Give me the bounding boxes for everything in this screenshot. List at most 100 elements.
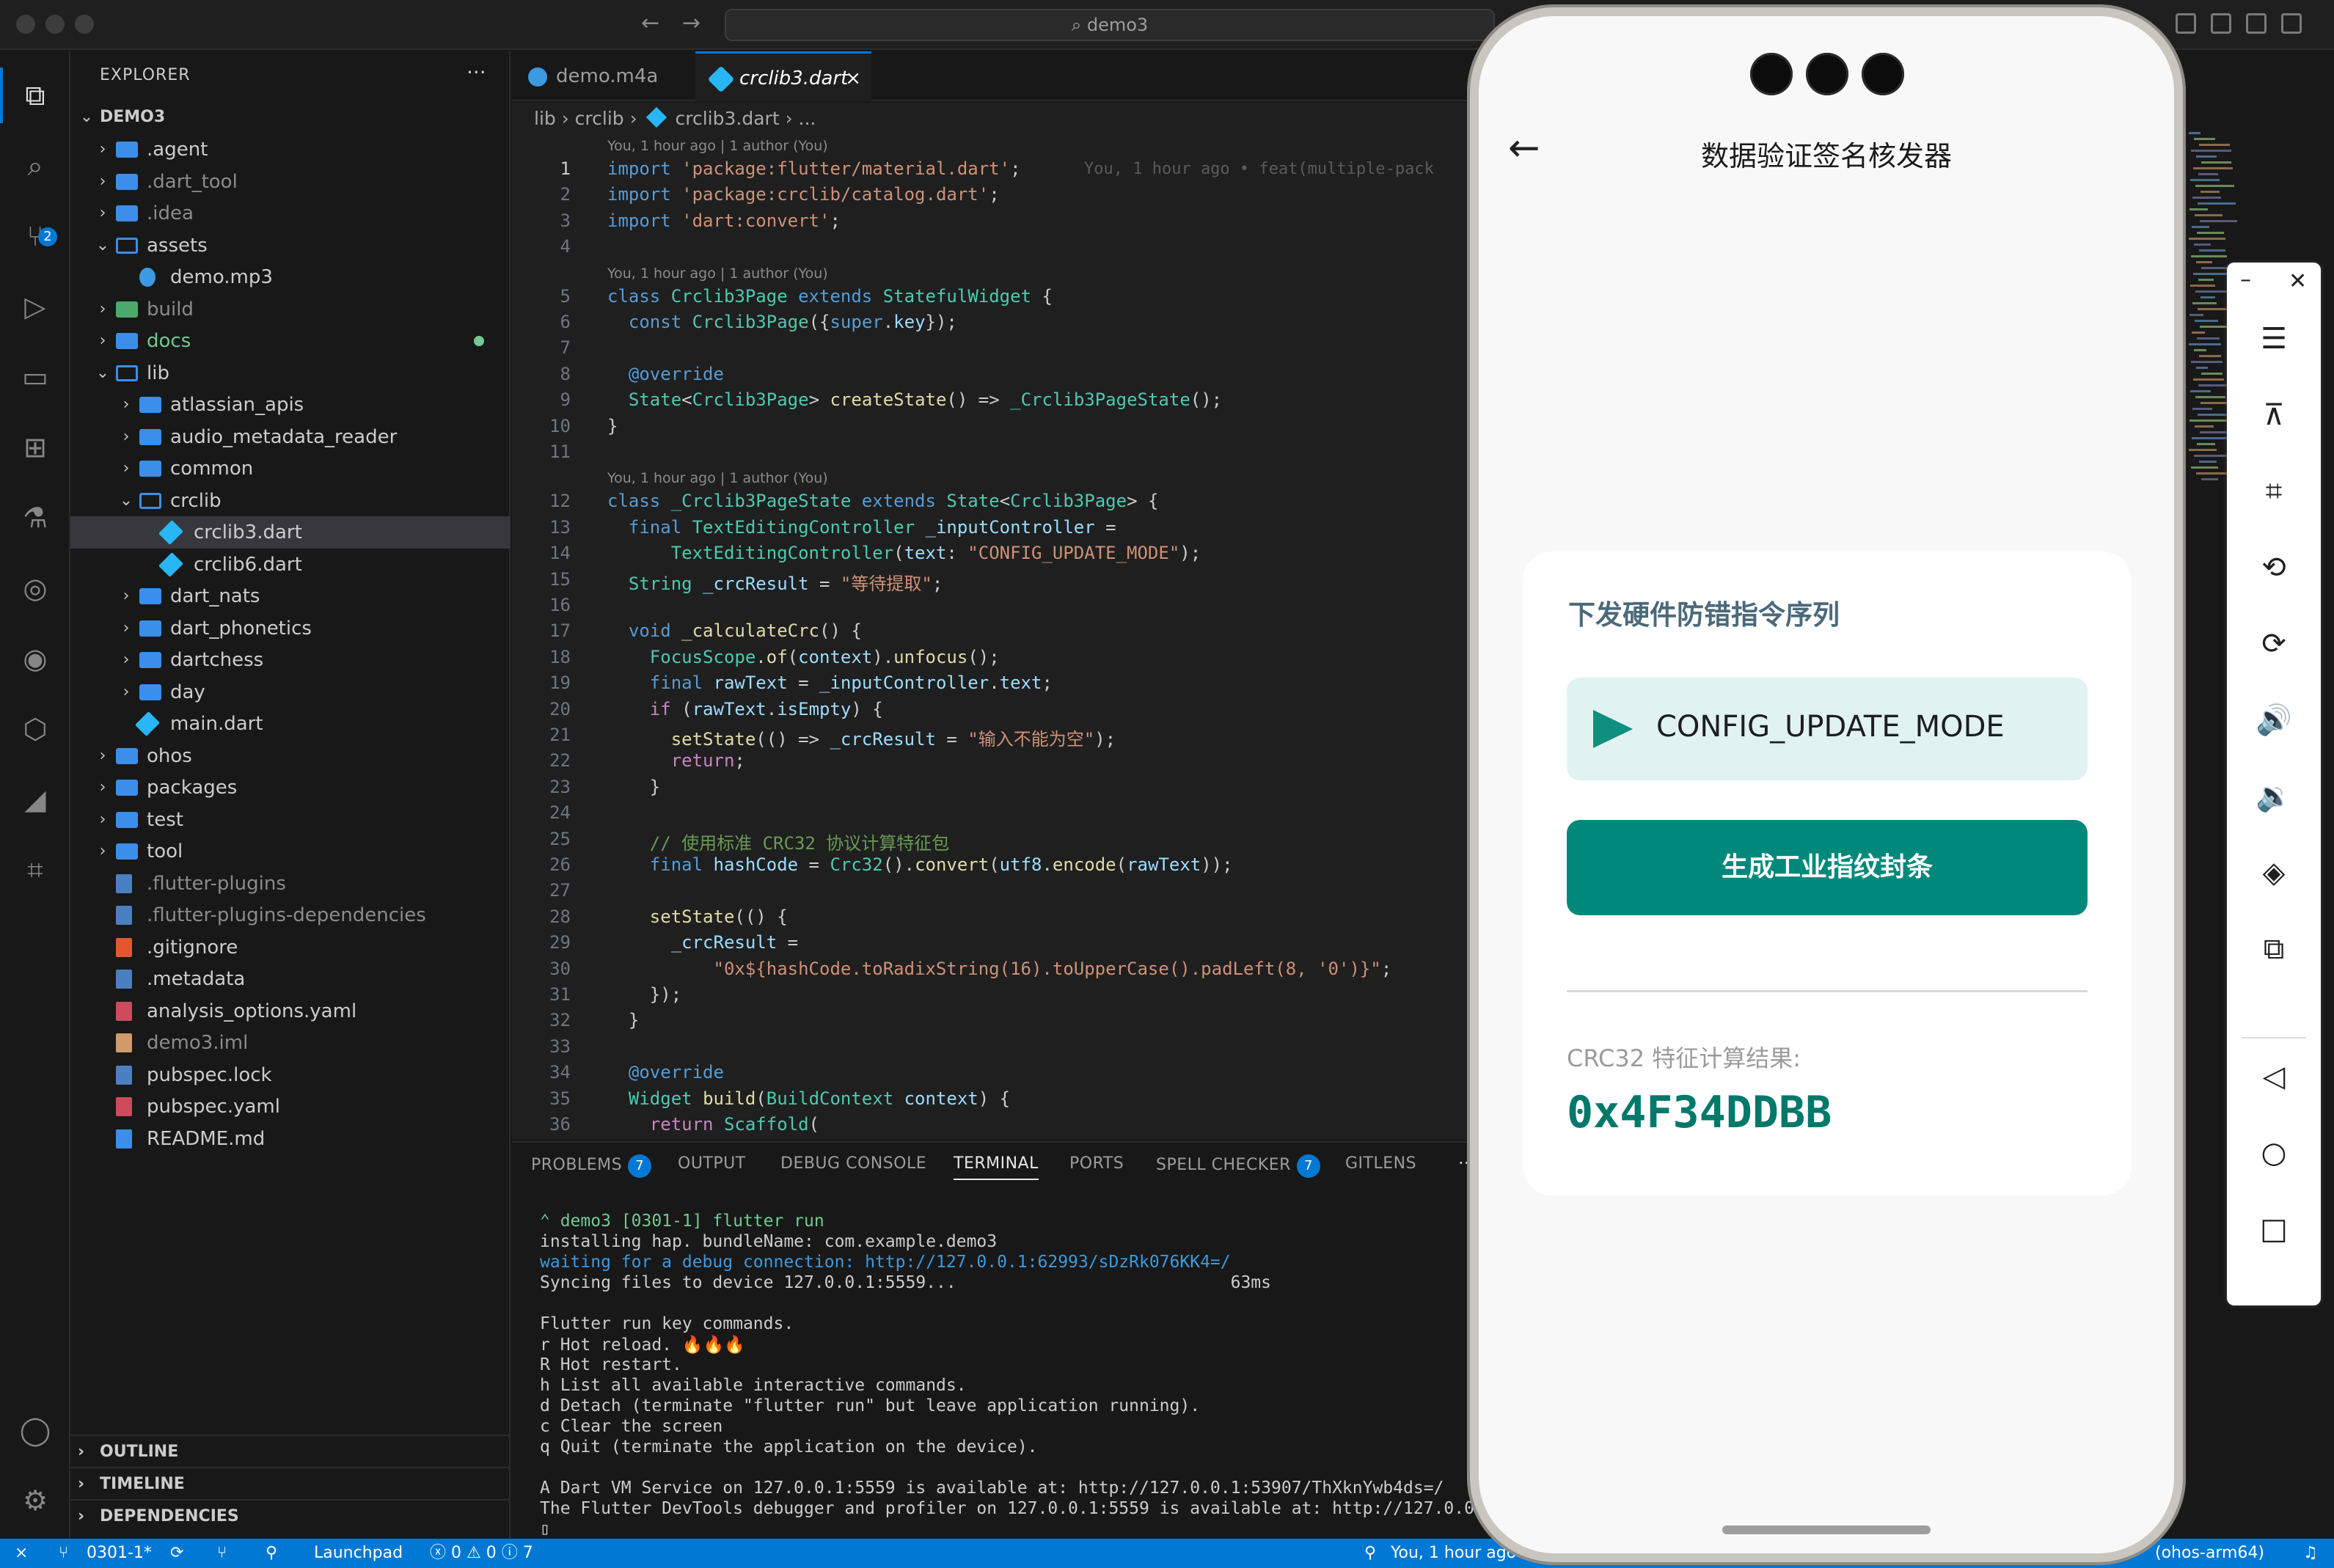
tree-item[interactable]: pubspec.lock <box>70 1059 511 1091</box>
toggle-sidebar-icon[interactable] <box>2211 13 2231 34</box>
testing-icon[interactable]: ⚗ <box>18 500 53 535</box>
breadcrumb-item[interactable]: crclib <box>575 108 624 129</box>
tree-item[interactable]: › dart_phonetics <box>70 612 511 645</box>
run-debug-icon[interactable]: ▷ <box>18 289 53 324</box>
tree-item[interactable]: ⌄ crclib <box>70 485 511 517</box>
home-indicator[interactable] <box>1722 1525 1931 1534</box>
tree-item[interactable]: › tool <box>70 835 511 868</box>
volume-down-icon[interactable]: 🔉 <box>2250 773 2297 820</box>
tree-item[interactable]: › dartchess <box>70 644 511 676</box>
panel-tab[interactable]: GITLENS <box>1345 1154 1416 1173</box>
panel-tab[interactable]: OUTPUT <box>678 1154 746 1173</box>
tab-crclib3-dart[interactable]: crclib3.dart × <box>695 51 871 101</box>
tree-item[interactable]: .metadata <box>70 963 511 995</box>
timeline-section[interactable]: › TIMELINE <box>70 1467 511 1499</box>
tree-item[interactable]: › audio_metadata_reader <box>70 421 511 453</box>
graph-icon[interactable]: ⑂ <box>217 1539 227 1568</box>
tree-item[interactable]: › docs <box>70 325 511 357</box>
tree-item[interactable]: crclib6.dart <box>70 549 511 581</box>
generate-button[interactable]: 生成工业指纹封条 <box>1567 820 2088 915</box>
panel-tab[interactable]: PROBLEMS 7 <box>531 1154 652 1178</box>
panel-tab[interactable]: TERMINAL <box>954 1154 1039 1180</box>
extensions-icon[interactable]: ⊞ <box>18 430 53 465</box>
outline-section[interactable]: › OUTLINE <box>70 1435 511 1467</box>
tree-item[interactable]: .gitignore <box>70 931 511 964</box>
tree-item[interactable]: demo3.iml <box>70 1027 511 1059</box>
flutter-icon[interactable]: ◢ <box>18 782 53 817</box>
tree-item[interactable]: › ohos <box>70 740 511 772</box>
panel-tab[interactable]: PORTS <box>1069 1154 1124 1173</box>
workspace-root[interactable]: ⌄ DEMO3 <box>70 101 511 133</box>
nav-back-triangle-icon[interactable]: ◁ <box>2250 1053 2297 1100</box>
scan-icon[interactable]: ⌗ <box>18 852 53 887</box>
volume-up-icon[interactable]: 🔊 <box>2250 697 2297 744</box>
code-lens-blame[interactable]: You, 1 hour ago | 1 author (You) <box>607 138 828 154</box>
toggle-secondary-sidebar-icon[interactable] <box>2281 13 2302 34</box>
code-editor[interactable]: You, 1 hour ago | 1 author (You) 1 import … <box>512 135 1473 1140</box>
panel-tab[interactable]: DEBUG CONSOLE <box>780 1154 926 1173</box>
breadcrumb-item[interactable]: crclib3.dart <box>676 108 780 129</box>
rotate-left-icon[interactable]: ⟲ <box>2250 544 2297 591</box>
tab-demo-m4a[interactable]: demo.m4a <box>512 51 695 101</box>
close-icon[interactable]: × <box>845 54 861 103</box>
breadcrumb-item[interactable]: lib <box>534 108 556 129</box>
menu-icon[interactable]: ☰ <box>2250 315 2297 362</box>
gitlens-icon[interactable]: ◉ <box>18 641 53 676</box>
tree-item[interactable]: › build <box>70 293 511 326</box>
window-minimize-button[interactable] <box>45 15 65 34</box>
tree-item[interactable]: analysis_options.yaml <box>70 995 511 1027</box>
pin-off-icon[interactable]: ⊼ <box>2250 392 2297 439</box>
tree-item[interactable]: › day <box>70 676 511 708</box>
nav-recents-square-icon[interactable]: □ <box>2250 1206 2297 1253</box>
command-input[interactable]: CONFIG_UPDATE_MODE <box>1567 678 2088 780</box>
tree-item[interactable]: › .idea <box>70 197 511 230</box>
shake-icon[interactable]: ◈ <box>2250 849 2297 896</box>
explorer-icon[interactable]: ⧉ <box>18 78 53 113</box>
tree-item[interactable]: README.md <box>70 1123 511 1155</box>
window-zoom-button[interactable] <box>75 15 94 34</box>
nav-home-circle-icon[interactable]: ○ <box>2250 1129 2297 1176</box>
tree-item[interactable]: .flutter-plugins-dependencies <box>70 899 511 931</box>
tree-item[interactable]: ⌄ lib <box>70 357 511 389</box>
tree-item[interactable]: › .dart_tool <box>70 166 511 198</box>
command-center-search[interactable]: ⌕ demo3 <box>725 9 1495 41</box>
tree-item[interactable]: › atlassian_apis <box>70 389 511 421</box>
code-lens-blame[interactable]: You, 1 hour ago | 1 author (You) <box>607 265 828 282</box>
tree-item[interactable]: › test <box>70 804 511 836</box>
search-icon[interactable]: ⌕ <box>18 148 53 183</box>
breadcrumb-item[interactable]: ... <box>799 108 816 129</box>
tree-item[interactable]: ⌄ assets <box>70 230 511 262</box>
remote-explorer-icon[interactable]: ▭ <box>18 359 53 395</box>
problems-status[interactable]: ⓧ 0 ⚠ 0 ⓘ 7 <box>430 1539 533 1568</box>
layout-icon[interactable] <box>2176 13 2196 34</box>
minimize-icon[interactable]: – <box>2240 267 2251 293</box>
tree-item[interactable]: .flutter-plugins <box>70 868 511 900</box>
account-icon[interactable]: ◯ <box>18 1413 53 1448</box>
toggle-panel-icon[interactable] <box>2246 13 2267 34</box>
sync-icon[interactable]: ⟳ <box>170 1539 183 1568</box>
tree-item[interactable]: › common <box>70 453 511 485</box>
settings-gear-icon[interactable]: ⚙ <box>18 1483 53 1518</box>
dependencies-section[interactable]: › DEPENDENCIES <box>70 1499 511 1531</box>
remote-icon[interactable]: ⨯ <box>15 1539 28 1568</box>
nav-forward-icon[interactable]: → <box>682 10 700 36</box>
more-actions-icon[interactable]: ··· <box>467 60 486 84</box>
tree-item[interactable]: crclib3.dart <box>70 516 511 549</box>
device-status[interactable]: (ohos-arm64) <box>2155 1539 2264 1568</box>
tree-item[interactable]: demo.mp3 <box>70 261 511 293</box>
panel-tab[interactable]: SPELL CHECKER 7 <box>1156 1154 1320 1178</box>
close-icon[interactable]: ✕ <box>2289 268 2307 294</box>
package-icon[interactable]: ⬡ <box>18 711 53 747</box>
tree-item[interactable]: main.dart <box>70 708 511 740</box>
notifications-icon[interactable]: ♫ <box>2303 1539 2318 1568</box>
rotate-right-icon[interactable]: ⟳ <box>2250 620 2297 667</box>
crop-screenshot-icon[interactable]: ⌗ <box>2250 468 2297 515</box>
git-graph-icon[interactable]: ◎ <box>18 571 53 606</box>
code-lens-blame[interactable]: You, 1 hour ago | 1 author (You) <box>607 470 828 486</box>
tree-item[interactable]: › .agent <box>70 133 511 166</box>
tree-item[interactable]: › packages <box>70 772 511 804</box>
tree-item[interactable]: pubspec.yaml <box>70 1091 511 1123</box>
git-branch[interactable]: 0301-1* <box>87 1539 152 1568</box>
window-close-button[interactable] <box>16 15 35 34</box>
launchpad[interactable]: Launchpad <box>314 1539 403 1568</box>
